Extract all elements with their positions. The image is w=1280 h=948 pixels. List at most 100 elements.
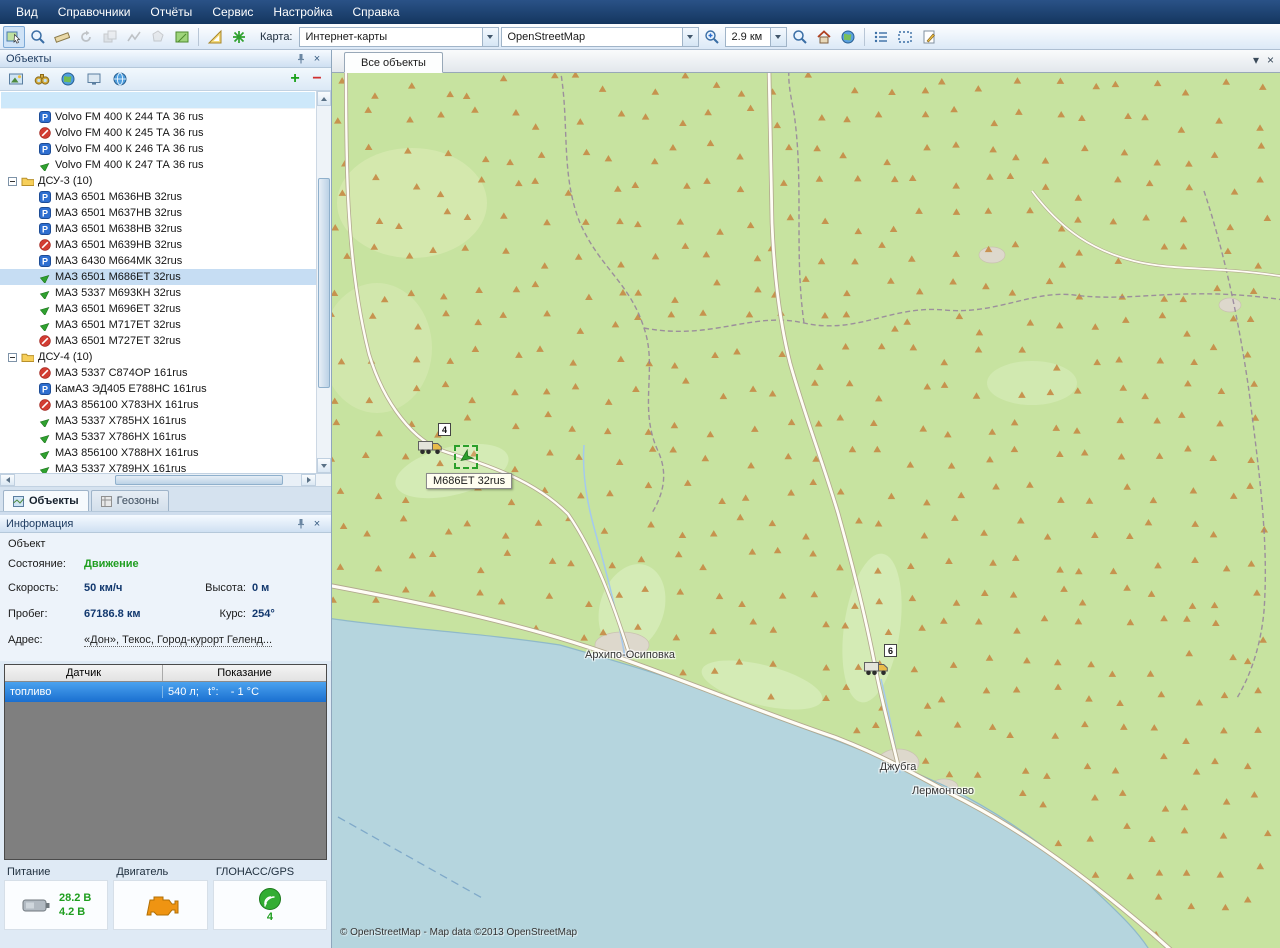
world-view-button[interactable] (837, 26, 859, 48)
map-type-combobox[interactable]: Интернет-карты (299, 27, 499, 47)
menu-item-service[interactable]: Сервис (202, 1, 263, 23)
show-on-map-button[interactable] (57, 68, 79, 90)
scroll-left-button[interactable] (0, 474, 15, 486)
scale-button[interactable] (701, 26, 723, 48)
tree-item-vehicle[interactable]: МАЗ 6501 М727ЕТ 32rus (0, 333, 316, 349)
tree-item-vehicle[interactable]: МАЗ 5337 Х786НХ 161rus (0, 429, 316, 445)
menu-item-settings[interactable]: Настройка (263, 1, 342, 23)
track-on-map-button[interactable] (109, 68, 131, 90)
binoculars-icon (34, 71, 50, 87)
expander-icon[interactable] (8, 353, 17, 362)
scroll-up-button[interactable] (317, 91, 331, 106)
tree-item-vehicle[interactable]: МАЗ 856100 Х788НХ 161rus (0, 445, 316, 461)
vehicle-marker[interactable]: 4 (418, 440, 443, 458)
tree-item-vehicle[interactable]: МАЗ 6501 М639НВ 32rus (0, 237, 316, 253)
sensor-row-selected[interactable]: топливо 540 л; t°: - 1 °С (5, 682, 326, 702)
pan-tool-button[interactable] (3, 26, 25, 48)
objects-tree[interactable]: PVolvo FM 400 К 244 ТА 36 rusVolvo FM 40… (0, 91, 316, 473)
tree-item-vehicle[interactable]: PVolvo FM 400 К 244 ТА 36 rus (0, 109, 316, 125)
set-square-button[interactable] (204, 26, 226, 48)
map-combo-label: Карта: (260, 31, 293, 43)
zoom-in-button[interactable] (789, 26, 811, 48)
scroll-thumb[interactable] (115, 475, 283, 485)
tree-item-vehicle[interactable]: МАЗ 6501 М686ЕТ 32rus (0, 269, 316, 285)
tree-item-vehicle[interactable]: МАЗ 6501 М696ЕТ 32rus (0, 301, 316, 317)
selected-vehicle-marker[interactable] (454, 445, 478, 469)
tree-item-vehicle[interactable]: МАЗ 856100 Х783НХ 161rus (0, 397, 316, 413)
zoom-tool-button[interactable] (27, 26, 49, 48)
tree-item-vehicle[interactable]: МАЗ 5337 Х785НХ 161rus (0, 413, 316, 429)
fill-area-button[interactable] (171, 26, 193, 48)
map-svg[interactable] (332, 73, 1280, 948)
tree-item-vehicle[interactable]: Volvo FM 400 К 245 ТА 36 rus (0, 125, 316, 141)
menu-item-directories[interactable]: Справочники (48, 1, 141, 23)
tab-geozones[interactable]: Геозоны (91, 490, 169, 511)
add-object-button[interactable]: + (286, 70, 304, 88)
tree-item-vehicle[interactable]: PМАЗ 6501 М636НВ 32rus (0, 189, 316, 205)
tree-item-vehicle[interactable]: PМАЗ 6430 М664МК 32rus (0, 253, 316, 269)
globe-green-icon (60, 71, 76, 87)
object-list-button[interactable] (870, 26, 892, 48)
expander-icon[interactable] (8, 177, 17, 186)
map-tab-label: Все объекты (361, 57, 426, 69)
tree-item-group[interactable]: ДСУ-3 (10) (0, 173, 316, 189)
select-region-button[interactable] (894, 26, 916, 48)
vehicle-marker[interactable]: 6 (864, 661, 889, 679)
tree-item-vehicle[interactable]: Volvo FM 400 К 247 ТА 36 rus (0, 157, 316, 173)
map-provider-combobox[interactable]: OpenStreetMap (501, 27, 699, 47)
map-type-dropdown-button[interactable] (482, 28, 498, 46)
tree-item-vehicle[interactable]: МАЗ 5337 Х789НХ 161rus (0, 461, 316, 473)
engine-caption: Двигатель (113, 866, 207, 880)
tree-item-label: МАЗ 6501 М639НВ 32rus (55, 239, 182, 251)
remove-object-button[interactable]: − (308, 70, 326, 88)
objects-panel-close-button[interactable]: × (309, 51, 325, 66)
tab-objects[interactable]: Объекты (3, 490, 89, 511)
sensor-column-header[interactable]: Датчик (5, 665, 163, 681)
scroll-right-button[interactable] (301, 474, 316, 486)
notes-button[interactable] (918, 26, 940, 48)
pin-icon (296, 53, 306, 64)
monitoring-button[interactable] (83, 68, 105, 90)
reading-column-header[interactable]: Показание (163, 665, 326, 681)
scroll-thumb[interactable] (318, 178, 330, 388)
info-panel-pin-button[interactable] (293, 516, 309, 531)
tree-item-vehicle[interactable]: PVolvo FM 400 К 246 ТА 36 rus (0, 141, 316, 157)
tree-vertical-scrollbar[interactable] (316, 91, 331, 473)
menu-item-reports[interactable]: Отчёты (140, 1, 202, 23)
tree-item-vehicle[interactable]: PМАЗ 6501 М638НВ 32rus (0, 221, 316, 237)
map-provider-dropdown-button[interactable] (682, 28, 698, 46)
scale-dropdown-button[interactable] (770, 28, 786, 46)
info-panel-close-button[interactable]: × (309, 516, 325, 531)
tree-item-vehicle[interactable]: МАЗ 5337 С874ОР 161rus (0, 365, 316, 381)
polygon-tool-button[interactable] (147, 26, 169, 48)
scroll-down-button[interactable] (317, 458, 331, 473)
copy-map-button[interactable] (99, 26, 121, 48)
tree-item-vehicle[interactable]: PКамАЗ ЭД405 Е788НС 161rus (0, 381, 316, 397)
tree-horizontal-scrollbar[interactable] (0, 474, 331, 487)
polyline-tool-button[interactable] (123, 26, 145, 48)
photo-button[interactable] (5, 68, 27, 90)
tree-item-vehicle[interactable]: МАЗ 5337 М693КН 32rus (0, 285, 316, 301)
tree-item-vehicle[interactable]: МАЗ 6501 М717ЕТ 32rus (0, 317, 316, 333)
scroll-track[interactable] (317, 106, 331, 458)
home-view-button[interactable] (813, 26, 835, 48)
map-tab-all-objects[interactable]: Все объекты (344, 52, 443, 73)
scale-combobox[interactable]: 2.9 км (725, 27, 787, 47)
tree-item-vehicle[interactable]: PМАЗ 6501 М637НВ 32rus (0, 205, 316, 221)
address-value[interactable]: «Дон», Текос, Город-курорт Геленд... (84, 634, 272, 647)
tab-list-dropdown-button[interactable]: ▾ (1253, 53, 1259, 67)
scroll-track[interactable] (15, 474, 301, 486)
map-canvas[interactable]: Архипо-ОсиповкаДжубгаЛермонтово46М686ЕТ … (332, 73, 1280, 948)
objects-panel-pin-button[interactable] (293, 51, 309, 66)
menu-item-view[interactable]: Вид (6, 1, 48, 23)
tree-item-group[interactable]: ДСУ-4 (10) (0, 349, 316, 365)
refresh-tool-button[interactable] (75, 26, 97, 48)
menu-item-help[interactable]: Справка (342, 1, 409, 23)
tree-item-label: МАЗ 6501 М686ЕТ 32rus (55, 271, 181, 283)
measure-tool-button[interactable] (51, 26, 73, 48)
tree-edit-row[interactable] (1, 92, 315, 109)
svg-text:P: P (41, 225, 47, 235)
track-marker-button[interactable] (228, 26, 250, 48)
find-object-button[interactable] (31, 68, 53, 90)
map-tab-close-button[interactable]: × (1267, 53, 1274, 67)
